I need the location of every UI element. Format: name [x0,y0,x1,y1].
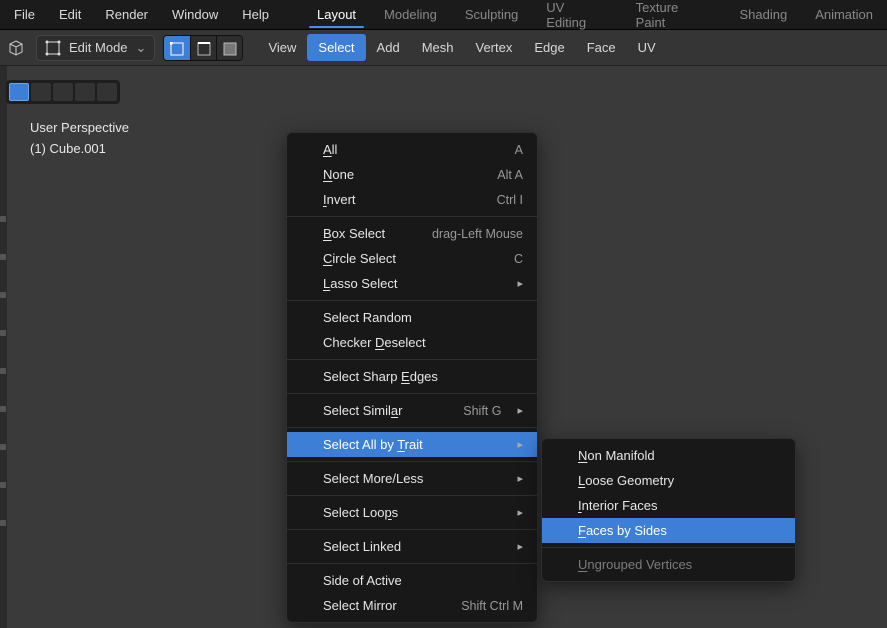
perspective-label: User Perspective [30,118,129,139]
submenu-arrow-icon: ▸ [517,472,523,485]
main-menubar: FileEditRenderWindowHelp LayoutModelingS… [0,0,887,30]
edge-select-mode[interactable] [190,36,216,61]
menu-item-select-all-by-trait[interactable]: Select All by Trait▸ [287,432,537,457]
select-tool-new[interactable] [9,83,29,101]
select-tool-subtract[interactable] [53,83,73,101]
select-tool-intersect[interactable] [97,83,117,101]
menu-file[interactable]: File [2,2,47,27]
active-object-label: (1) Cube.001 [30,139,129,160]
menu-item-none[interactable]: NoneAlt A [287,162,537,187]
header-menu-add[interactable]: Add [366,34,411,61]
header-menu-select[interactable]: Select [307,34,365,61]
vertex-select-mode[interactable] [164,36,190,61]
submenu-arrow-icon: ▸ [517,277,523,290]
header-menus: ViewSelectAddMeshVertexEdgeFaceUV [257,34,666,61]
mode-selector[interactable]: Edit Mode ⌄ [36,35,155,61]
menu-item-select-mirror[interactable]: Select MirrorShift Ctrl M [287,593,537,618]
menu-item-all[interactable]: AllA [287,137,537,162]
menu-edit[interactable]: Edit [47,2,93,27]
select-all-by-trait-submenu: Non ManifoldLoose GeometryInterior Faces… [541,438,796,582]
menu-item-select-random[interactable]: Select Random [287,305,537,330]
header-toolbar: Edit Mode ⌄ ViewSelectAddMeshVertexEdgeF… [0,30,887,66]
submenu-arrow-icon: ▸ [517,438,523,451]
edit-mode-icon [45,40,61,56]
workspace-tab-texture-paint[interactable]: Texture Paint [622,0,726,36]
mode-label: Edit Mode [69,40,128,55]
submenu-item-loose-geometry[interactable]: Loose Geometry [542,468,795,493]
menu-item-checker-deselect[interactable]: Checker Deselect [287,330,537,355]
menu-item-invert[interactable]: InvertCtrl I [287,187,537,212]
menu-render[interactable]: Render [93,2,160,27]
menu-item-select-linked[interactable]: Select Linked▸ [287,534,537,559]
header-menu-edge[interactable]: Edge [523,34,575,61]
workspace-tab-sculpting[interactable]: Sculpting [451,1,532,28]
submenu-item-non-manifold[interactable]: Non Manifold [542,443,795,468]
menu-window[interactable]: Window [160,2,230,27]
menu-item-select-sharp-edges[interactable]: Select Sharp Edges [287,364,537,389]
workspace-tab-shading[interactable]: Shading [725,1,801,28]
chevron-down-icon: ⌄ [136,40,147,56]
menu-item-select-more-less[interactable]: Select More/Less▸ [287,466,537,491]
header-menu-face[interactable]: Face [576,34,627,61]
submenu-item-interior-faces[interactable]: Interior Faces [542,493,795,518]
menu-item-box-select[interactable]: Box Selectdrag-Left Mouse [287,221,537,246]
workspace-tab-layout[interactable]: Layout [303,1,370,28]
workspace-tab-modeling[interactable]: Modeling [370,1,451,28]
submenu-item-ungrouped-vertices: Ungrouped Vertices [542,552,795,577]
menu-item-select-similar[interactable]: Select SimilarShift G▸ [287,398,537,423]
viewport-overlay-text: User Perspective (1) Cube.001 [30,118,129,160]
toolbar-left-icons [0,216,6,526]
menu-item-lasso-select[interactable]: Lasso Select▸ [287,271,537,296]
header-menu-uv[interactable]: UV [627,34,667,61]
mesh-select-mode-group [163,35,243,61]
editor-type-icon[interactable] [8,40,24,56]
viewport-3d[interactable]: User Perspective (1) Cube.001 AllANoneAl… [0,66,887,628]
submenu-arrow-icon: ▸ [517,506,523,519]
submenu-arrow-icon: ▸ [517,540,523,553]
workspace-tabs: LayoutModelingSculptingUV EditingTexture… [303,0,887,30]
face-select-mode[interactable] [216,36,242,61]
menu-item-circle-select[interactable]: Circle SelectC [287,246,537,271]
workspace-tab-animation[interactable]: Animation [801,1,887,28]
header-menu-view[interactable]: View [257,34,307,61]
menu-help[interactable]: Help [230,2,281,27]
menu-item-side-of-active[interactable]: Side of Active [287,568,537,593]
select-tool-extend[interactable] [31,83,51,101]
menu-item-select-loops[interactable]: Select Loops▸ [287,500,537,525]
header-menu-mesh[interactable]: Mesh [411,34,465,61]
select-menu: AllANoneAlt AInvertCtrl I Box Selectdrag-… [286,132,538,623]
workspace-tab-uv-editing[interactable]: UV Editing [532,0,621,36]
header-menu-vertex[interactable]: Vertex [464,34,523,61]
select-tool-invert[interactable] [75,83,95,101]
submenu-item-faces-by-sides[interactable]: Faces by Sides [542,518,795,543]
tool-settings-select-row [6,80,120,104]
submenu-arrow-icon: ▸ [517,404,523,417]
